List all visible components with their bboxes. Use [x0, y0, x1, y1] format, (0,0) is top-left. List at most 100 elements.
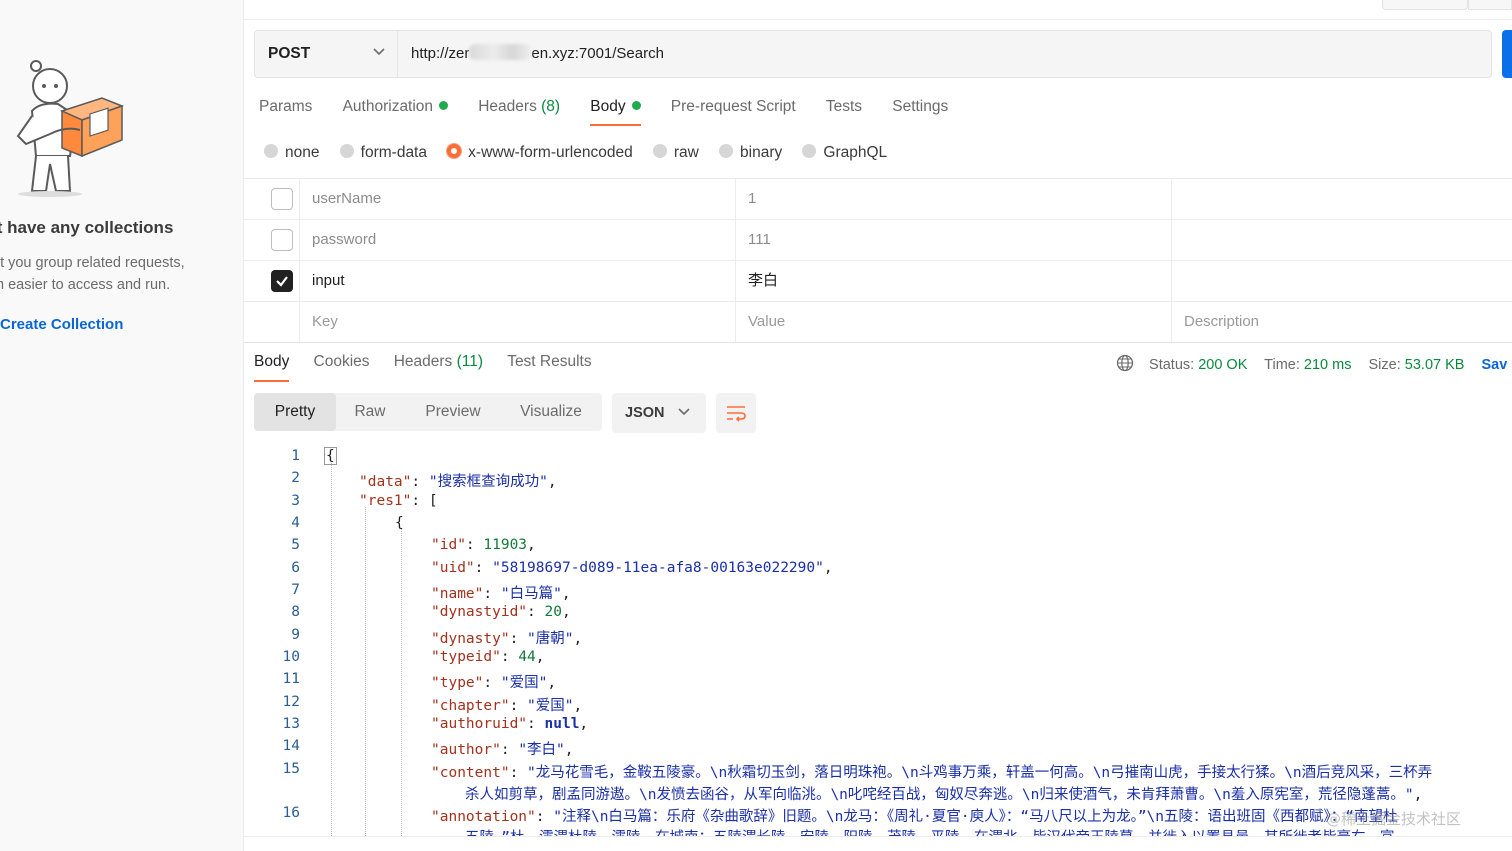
body-type-label: binary [740, 144, 783, 161]
body-type-label: form-data [360, 144, 427, 161]
environment-quick-look[interactable] [1468, 0, 1512, 10]
chevron-down-icon [373, 48, 385, 56]
code-line: "authoruid": null, [431, 716, 589, 732]
indent-guide [331, 463, 332, 836]
body-type-raw[interactable]: raw [652, 144, 699, 162]
format-selector[interactable]: JSON [612, 393, 706, 433]
description-placeholder[interactable]: Description [1171, 302, 1512, 342]
table-row: input 李白 [244, 261, 1512, 302]
body-type-form-data[interactable]: form-data [339, 144, 427, 162]
save-response-button[interactable]: Sav [1481, 357, 1507, 373]
size-label: Size: [1368, 357, 1401, 373]
line-number: 13 [282, 716, 300, 732]
tab-headers[interactable]: Headers (8) [478, 98, 560, 124]
environment-selector[interactable] [1382, 0, 1468, 10]
code-line: { [324, 447, 337, 465]
wrap-lines-icon [727, 406, 746, 422]
code-line: "res1": [ [359, 493, 438, 509]
response-tab-test-results[interactable]: Test Results [507, 353, 591, 380]
code-line: "id": 11903, [431, 537, 536, 553]
wrap-lines-button[interactable] [716, 393, 756, 433]
row-checkbox-cell [244, 220, 299, 260]
body-type-binary[interactable]: binary [719, 144, 782, 162]
tab-tests[interactable]: Tests [826, 98, 862, 124]
row-checkbox-cell [244, 261, 299, 301]
param-description[interactable] [1171, 179, 1512, 219]
status-label: Status: [1149, 357, 1195, 373]
body-type-label: x-www-form-urlencoded [468, 144, 633, 161]
request-tabs: Params Authorization Headers (8) Body Pr… [259, 98, 974, 128]
size-readout[interactable]: Size: 53.07 KB [1369, 357, 1465, 373]
method-selector[interactable]: POST [255, 31, 398, 77]
param-checkbox[interactable] [271, 188, 293, 210]
globe-icon[interactable] [1116, 354, 1134, 372]
line-number: 15 [282, 761, 300, 777]
tab-authorization[interactable]: Authorization [343, 98, 449, 124]
redacted-blur [469, 44, 532, 60]
code-line: { [395, 515, 404, 531]
value-placeholder[interactable]: Value [735, 302, 1171, 342]
body-type-graphql[interactable]: GraphQL [802, 144, 887, 162]
tab-pre-request-script[interactable]: Pre-request Script [671, 98, 796, 124]
url-bar: POST http://zer en.xyz:7001/Search [254, 30, 1492, 78]
response-body-editor[interactable]: 1 { 2 "data": "搜索框查询成功", 3 "res1": [ 4 {… [244, 445, 1512, 836]
time-readout[interactable]: Time: 210 ms [1264, 357, 1351, 373]
format-label: JSON [625, 405, 665, 421]
status-readout[interactable]: Status: 200 OK [1149, 357, 1247, 373]
status-value: 200 OK [1198, 357, 1248, 373]
key-placeholder[interactable]: Key [299, 302, 735, 342]
response-tab-cookies[interactable]: Cookies [314, 353, 370, 380]
param-description[interactable] [1171, 261, 1512, 301]
code-line: "dynasty": "唐朝", [431, 631, 583, 647]
line-number: 3 [291, 493, 300, 509]
param-key[interactable]: password [299, 220, 735, 260]
param-value[interactable]: 1 [735, 179, 1171, 219]
code-line: "data": "搜索框查询成功", [359, 474, 557, 490]
view-raw[interactable]: Raw [336, 393, 404, 431]
indent-guide [401, 529, 402, 836]
check-icon [276, 276, 288, 287]
body-type-urlencoded[interactable]: x-www-form-urlencoded [447, 144, 633, 162]
param-key[interactable]: input [299, 261, 735, 301]
tab-body[interactable]: Body [590, 98, 641, 126]
code-line-wrapped: 杀人如剪草，剧孟同游遨。\n发愤去函谷，从军向临洮。\n叱咤经百战，匈奴尽奔逃。… [465, 787, 1423, 803]
param-checkbox[interactable] [271, 270, 293, 292]
response-meta: Status: 200 OK Time: 210 ms Size: 53.07 … [1116, 354, 1507, 373]
url-input[interactable]: http://zer en.xyz:7001/Search [411, 44, 1411, 66]
url-prefix: http://zer [411, 45, 470, 62]
empty-desc-line-2: m easier to access and run. [0, 277, 171, 293]
param-checkbox[interactable] [271, 229, 293, 251]
tab-settings[interactable]: Settings [892, 98, 948, 124]
send-button[interactable] [1502, 30, 1512, 78]
response-tabs: Body Cookies Headers (11) Test Results [254, 353, 612, 382]
tab-params[interactable]: Params [259, 98, 312, 124]
watermark: @稀土掘金技术社区 [1326, 810, 1462, 828]
param-value[interactable]: 111 [735, 220, 1171, 260]
code-line: "annotation": "注释\n白马篇：乐府《杂曲歌辞》旧题。\n龙马：《… [431, 809, 1398, 825]
response-tab-headers[interactable]: Headers (11) [394, 353, 483, 380]
body-type-none[interactable]: none [264, 144, 319, 162]
view-pretty[interactable]: Pretty [254, 393, 336, 431]
code-text: { [324, 447, 337, 465]
body-type-label: none [285, 144, 320, 161]
tab-label: Params [259, 98, 313, 115]
param-value[interactable]: 李白 [735, 261, 1171, 301]
create-collection-link[interactable]: Create Collection [0, 316, 123, 333]
view-preview[interactable]: Preview [404, 393, 502, 431]
response-tab-body[interactable]: Body [254, 353, 290, 382]
empty-collections-title: ’t have any collections [0, 218, 174, 237]
param-key[interactable]: userName [299, 179, 735, 219]
radio-icon [652, 144, 667, 158]
code-line: "typeid": 44, [431, 649, 545, 665]
table-row: userName 1 [244, 179, 1512, 220]
pane-divider[interactable] [244, 342, 1512, 343]
sidebar: ’t have any collections et you group rel… [0, 0, 244, 851]
code-line: "type": "爱国", [431, 675, 557, 691]
view-visualize[interactable]: Visualize [502, 393, 600, 431]
tab-label: Settings [892, 98, 949, 115]
status-dot-icon [631, 101, 641, 110]
tab-count: (11) [456, 353, 484, 370]
param-description[interactable] [1171, 220, 1512, 260]
time-label: Time: [1264, 357, 1300, 373]
tab-label: Tests [825, 98, 863, 115]
